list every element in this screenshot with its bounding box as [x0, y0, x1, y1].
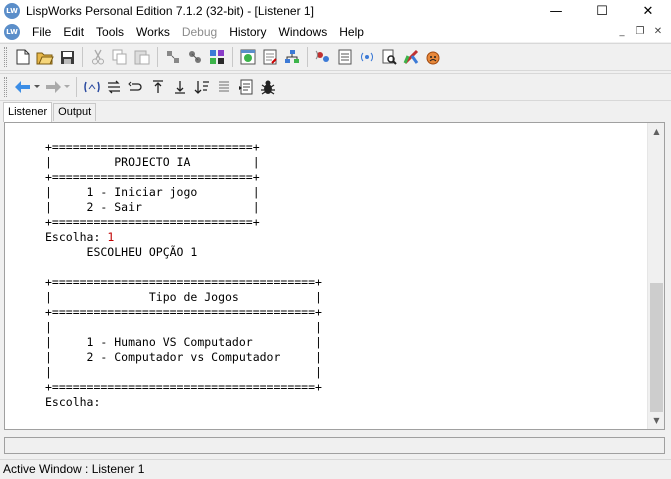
compile-buffer-icon[interactable]	[184, 46, 206, 68]
menu-file[interactable]: File	[26, 22, 57, 42]
listener-pane[interactable]: +=============================+ | PROJEC…	[4, 122, 665, 430]
tab-output[interactable]: Output	[53, 103, 97, 121]
menu-tools[interactable]: Tools	[90, 22, 130, 42]
copy-icon[interactable]	[109, 46, 131, 68]
prompt1-input: 1	[107, 230, 115, 244]
class-browser-icon[interactable]	[281, 46, 303, 68]
sort-down-icon[interactable]	[191, 76, 213, 98]
menu2-border-bottom: +======================================+	[45, 380, 322, 394]
tab-bar: Listener Output	[3, 101, 97, 122]
bug-icon[interactable]	[257, 76, 279, 98]
debugger-icon[interactable]	[422, 46, 444, 68]
eval-form-icon[interactable]	[81, 76, 103, 98]
stack-down-icon[interactable]	[169, 76, 191, 98]
menu2-border-top: +======================================+	[45, 275, 322, 289]
lispworks-app-icon[interactable]: LW	[4, 3, 20, 19]
lispworks-window: LW LispWorks Personal Edition 7.1.2 (32-…	[0, 0, 671, 479]
menu1-border-top: +=============================+	[45, 140, 260, 154]
prompt1-label: Escolha:	[45, 230, 108, 244]
menu-help[interactable]: Help	[333, 22, 370, 42]
toolbar-separator	[157, 47, 158, 67]
vertical-scrollbar[interactable]: ▲ ▼	[647, 123, 664, 429]
open-folder-icon[interactable]	[34, 46, 56, 68]
menu2-blank-2: | |	[45, 365, 322, 379]
mdi-minimize-button[interactable]: _	[615, 25, 629, 39]
menu-edit[interactable]: Edit	[57, 22, 90, 42]
document-list-icon[interactable]	[235, 76, 257, 98]
menu1-title: | PROJECTO IA |	[45, 155, 260, 169]
window-controls: — ☐ ✕	[533, 0, 671, 22]
toolbar-grip[interactable]	[4, 77, 7, 97]
listener-text[interactable]: +=============================+ | PROJEC…	[45, 140, 322, 410]
menu-bar: LW File Edit Tools Works Debug History W…	[0, 22, 671, 42]
menu1-border-mid: +=============================+	[45, 170, 260, 184]
prompt2-label: Escolha:	[45, 395, 101, 409]
list-icon[interactable]	[213, 76, 235, 98]
step-icon[interactable]	[103, 76, 125, 98]
menu1-option-2: | 2 - Sair |	[45, 200, 260, 214]
mdi-restore-button[interactable]: ❐	[633, 25, 647, 39]
profiler-icon[interactable]	[400, 46, 422, 68]
mdi-close-button[interactable]: ✕	[651, 25, 665, 39]
menu1-option-1: | 1 - Iniciar jogo |	[45, 185, 260, 199]
toolbar-separator	[82, 47, 83, 67]
toolbar-separator	[232, 47, 233, 67]
new-file-icon[interactable]	[12, 46, 34, 68]
compile-icon[interactable]	[162, 46, 184, 68]
minimize-button[interactable]: —	[533, 0, 579, 22]
scroll-up-icon[interactable]: ▲	[648, 123, 664, 140]
broadcast-icon[interactable]	[356, 46, 378, 68]
close-button[interactable]: ✕	[625, 0, 671, 22]
menu2-border-mid: +======================================+	[45, 305, 322, 319]
scrollbar-thumb[interactable]	[650, 283, 663, 412]
menu-windows[interactable]: Windows	[273, 22, 334, 42]
document-system-menu-icon[interactable]: LW	[4, 24, 20, 40]
save-icon[interactable]	[56, 46, 78, 68]
menu2-title: | Tipo de Jogos |	[45, 290, 322, 304]
window-title: LispWorks Personal Edition 7.1.2 (32-bit…	[26, 4, 314, 18]
menu2-option-2: | 2 - Computador vs Computador |	[45, 350, 322, 364]
output-browser-icon[interactable]	[334, 46, 356, 68]
tab-listener[interactable]: Listener	[3, 102, 53, 122]
listener-icon[interactable]	[237, 46, 259, 68]
cut-icon[interactable]	[87, 46, 109, 68]
paste-icon[interactable]	[131, 46, 153, 68]
menu1-border-bottom: +=============================+	[45, 215, 260, 229]
evaluate-icon[interactable]	[206, 46, 228, 68]
mdi-controls: _ ❐ ✕	[615, 25, 665, 39]
back-arrow-icon[interactable]	[12, 76, 42, 98]
inspector-icon[interactable]	[378, 46, 400, 68]
response1: ESCOLHEU OPÇÃO 1	[45, 245, 198, 259]
menu-history[interactable]: History	[223, 22, 272, 42]
step-into-icon[interactable]	[125, 76, 147, 98]
toolbar-grip[interactable]	[4, 47, 7, 67]
title-bar[interactable]: LW LispWorks Personal Edition 7.1.2 (32-…	[0, 0, 671, 22]
menu2-blank-1: | |	[45, 320, 322, 334]
menu2-option-1: | 1 - Humano VS Computador |	[45, 335, 322, 349]
toolbar-separator	[76, 77, 77, 97]
scroll-down-icon[interactable]: ▼	[648, 412, 664, 429]
maximize-button[interactable]: ☐	[579, 0, 625, 22]
menu-debug[interactable]: Debug	[176, 22, 223, 42]
process-browser-icon[interactable]	[312, 46, 334, 68]
toolbar-separator	[307, 47, 308, 67]
status-bar: Active Window : Listener 1	[0, 459, 671, 479]
stack-up-icon[interactable]	[147, 76, 169, 98]
history-toolbar	[0, 73, 671, 101]
menu-works[interactable]: Works	[130, 22, 176, 42]
echo-area-input[interactable]	[4, 437, 665, 454]
forward-arrow-icon[interactable]	[42, 76, 72, 98]
standard-toolbar	[0, 43, 671, 71]
editor-icon[interactable]	[259, 46, 281, 68]
